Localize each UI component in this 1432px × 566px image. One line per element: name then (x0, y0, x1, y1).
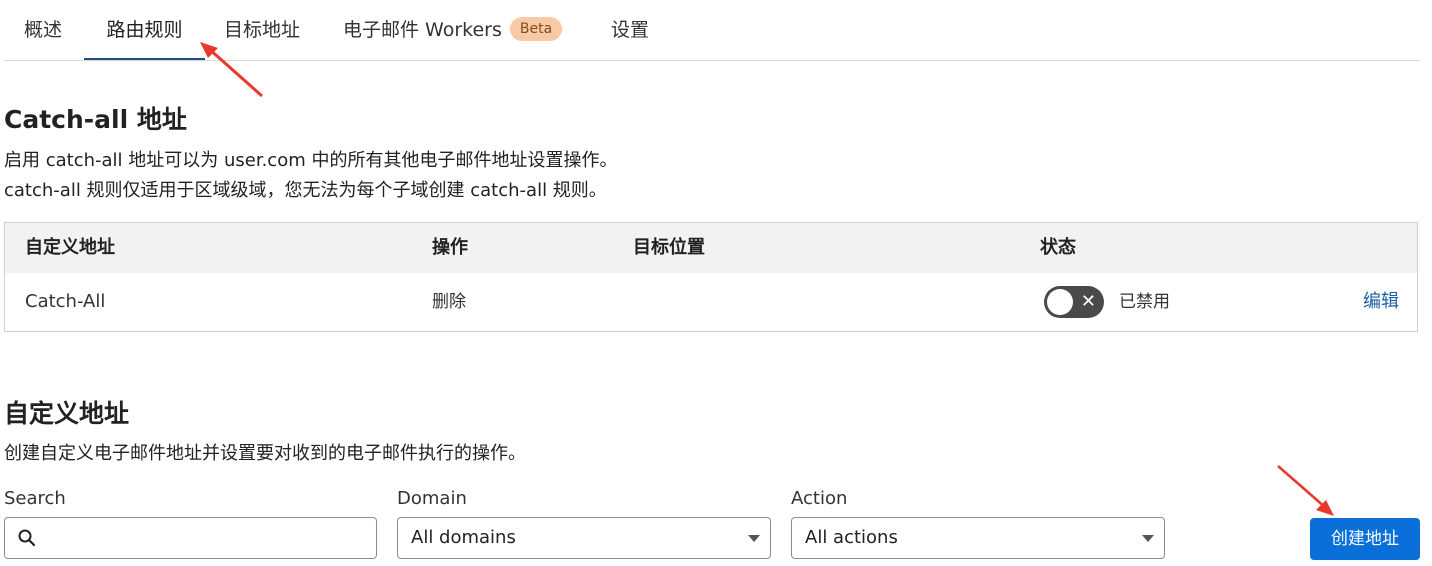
catch-all-title: Catch-all 地址 (4, 105, 187, 134)
status-label: 已禁用 (1119, 292, 1170, 312)
toggle-knob (1047, 289, 1073, 315)
header-action: 操作 (432, 237, 468, 258)
tab-overview[interactable]: 概述 (24, 0, 62, 60)
custom-address-description: 创建自定义电子邮件地址并设置要对收到的电子邮件执行的操作。 (4, 443, 526, 464)
row-action: 删除 (432, 292, 466, 312)
tab-email-workers[interactable]: 电子邮件 Workers Beta (343, 0, 563, 60)
edit-link[interactable]: 编辑 (1363, 273, 1399, 331)
tab-destination-addresses[interactable]: 目标地址 (224, 0, 300, 60)
tab-routing-rules[interactable]: 路由规则 (84, 0, 205, 60)
create-address-button[interactable]: 创建地址 (1310, 518, 1420, 560)
action-select-value: All actions (805, 527, 898, 548)
search-input[interactable] (45, 518, 369, 560)
tab-bar: 概述 路由规则 目标地址 电子邮件 Workers Beta 设置 (4, 0, 1420, 61)
annotation-arrow-create (1277, 465, 1334, 516)
email-routing-page: 概述 路由规则 目标地址 电子邮件 Workers Beta 设置 Catch-a… (0, 0, 1432, 566)
chevron-down-icon (1142, 535, 1154, 542)
header-custom-address: 自定义地址 (25, 237, 115, 258)
close-icon: ✕ (1080, 291, 1096, 312)
domain-label: Domain (397, 488, 467, 509)
tab-email-workers-label: 电子邮件 Workers (343, 19, 502, 41)
catch-all-toggle[interactable]: ✕ (1044, 286, 1104, 318)
action-label: Action (791, 488, 848, 509)
tab-settings[interactable]: 设置 (611, 0, 649, 60)
chevron-down-icon (748, 535, 760, 542)
table-header: 自定义地址 操作 目标位置 状态 (5, 223, 1417, 273)
row-address: Catch-All (25, 291, 106, 312)
header-status: 状态 (1040, 237, 1076, 258)
action-select[interactable]: All actions (791, 517, 1165, 559)
custom-address-title: 自定义地址 (4, 399, 130, 428)
catch-all-table: 自定义地址 操作 目标位置 状态 Catch-All 删除 ✕ 已禁用 编辑 (4, 222, 1418, 332)
search-label: Search (4, 488, 66, 509)
search-field (4, 517, 377, 560)
catch-all-description-line2: catch-all 规则仅适用于区域级域，您无法为每个子域创建 catch-al… (4, 180, 607, 201)
search-icon (18, 529, 36, 547)
domain-select-value: All domains (411, 527, 516, 548)
beta-badge: Beta (509, 16, 563, 41)
header-destination: 目标位置 (633, 237, 705, 258)
catch-all-description-line1: 启用 catch-all 地址可以为 user.com 中的所有其他电子邮件地址… (4, 150, 618, 171)
domain-select[interactable]: All domains (397, 517, 771, 559)
